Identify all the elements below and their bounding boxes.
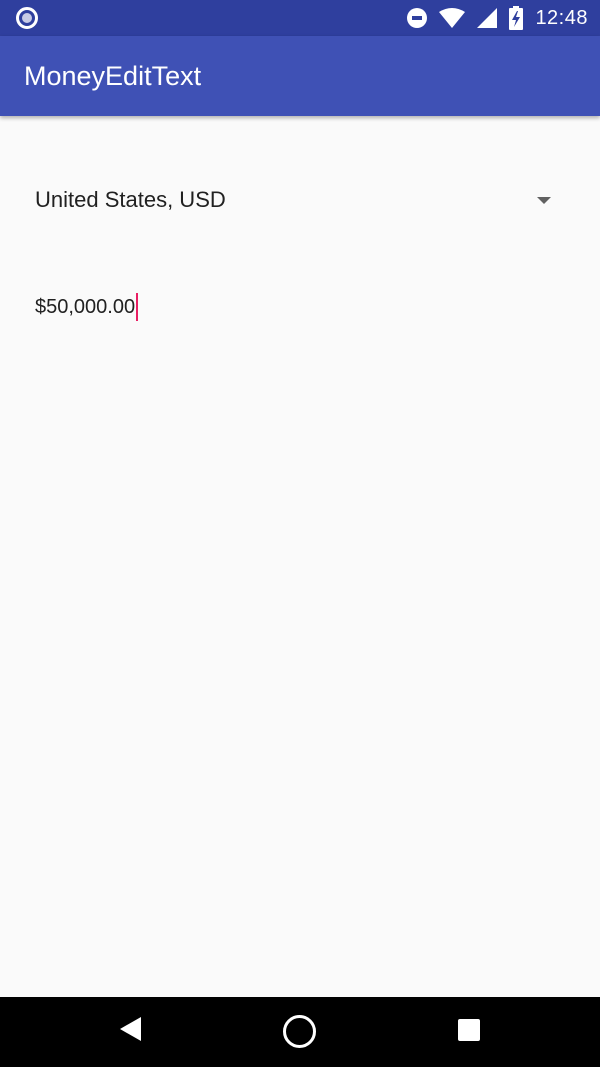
- app-bar: MoneyEditText: [0, 36, 600, 116]
- money-input[interactable]: $50,000.00: [35, 292, 139, 322]
- dropdown-arrow-icon: [537, 196, 551, 204]
- app-screen: 12:48 MoneyEditText United States, USD $…: [0, 0, 600, 1067]
- status-clock: 12:48: [535, 6, 588, 29]
- text-cursor: [136, 293, 139, 321]
- wifi-icon: [439, 8, 466, 28]
- notification-icon: [16, 7, 38, 29]
- back-icon[interactable]: [120, 1017, 141, 1041]
- app-title: MoneyEditText: [24, 61, 202, 91]
- status-icons: 12:48: [407, 0, 588, 36]
- money-input-value: $50,000.00: [35, 295, 136, 318]
- signal-icon: [477, 8, 498, 28]
- navigation-bar: [0, 997, 600, 1067]
- recents-icon[interactable]: [458, 1019, 480, 1041]
- battery-charging-icon: [509, 6, 524, 30]
- currency-spinner[interactable]: United States, USD: [35, 178, 565, 222]
- home-icon[interactable]: [283, 1015, 316, 1048]
- currency-spinner-value: United States, USD: [35, 187, 226, 212]
- do-not-disturb-icon: [407, 8, 428, 28]
- status-bar: 12:48: [0, 0, 600, 36]
